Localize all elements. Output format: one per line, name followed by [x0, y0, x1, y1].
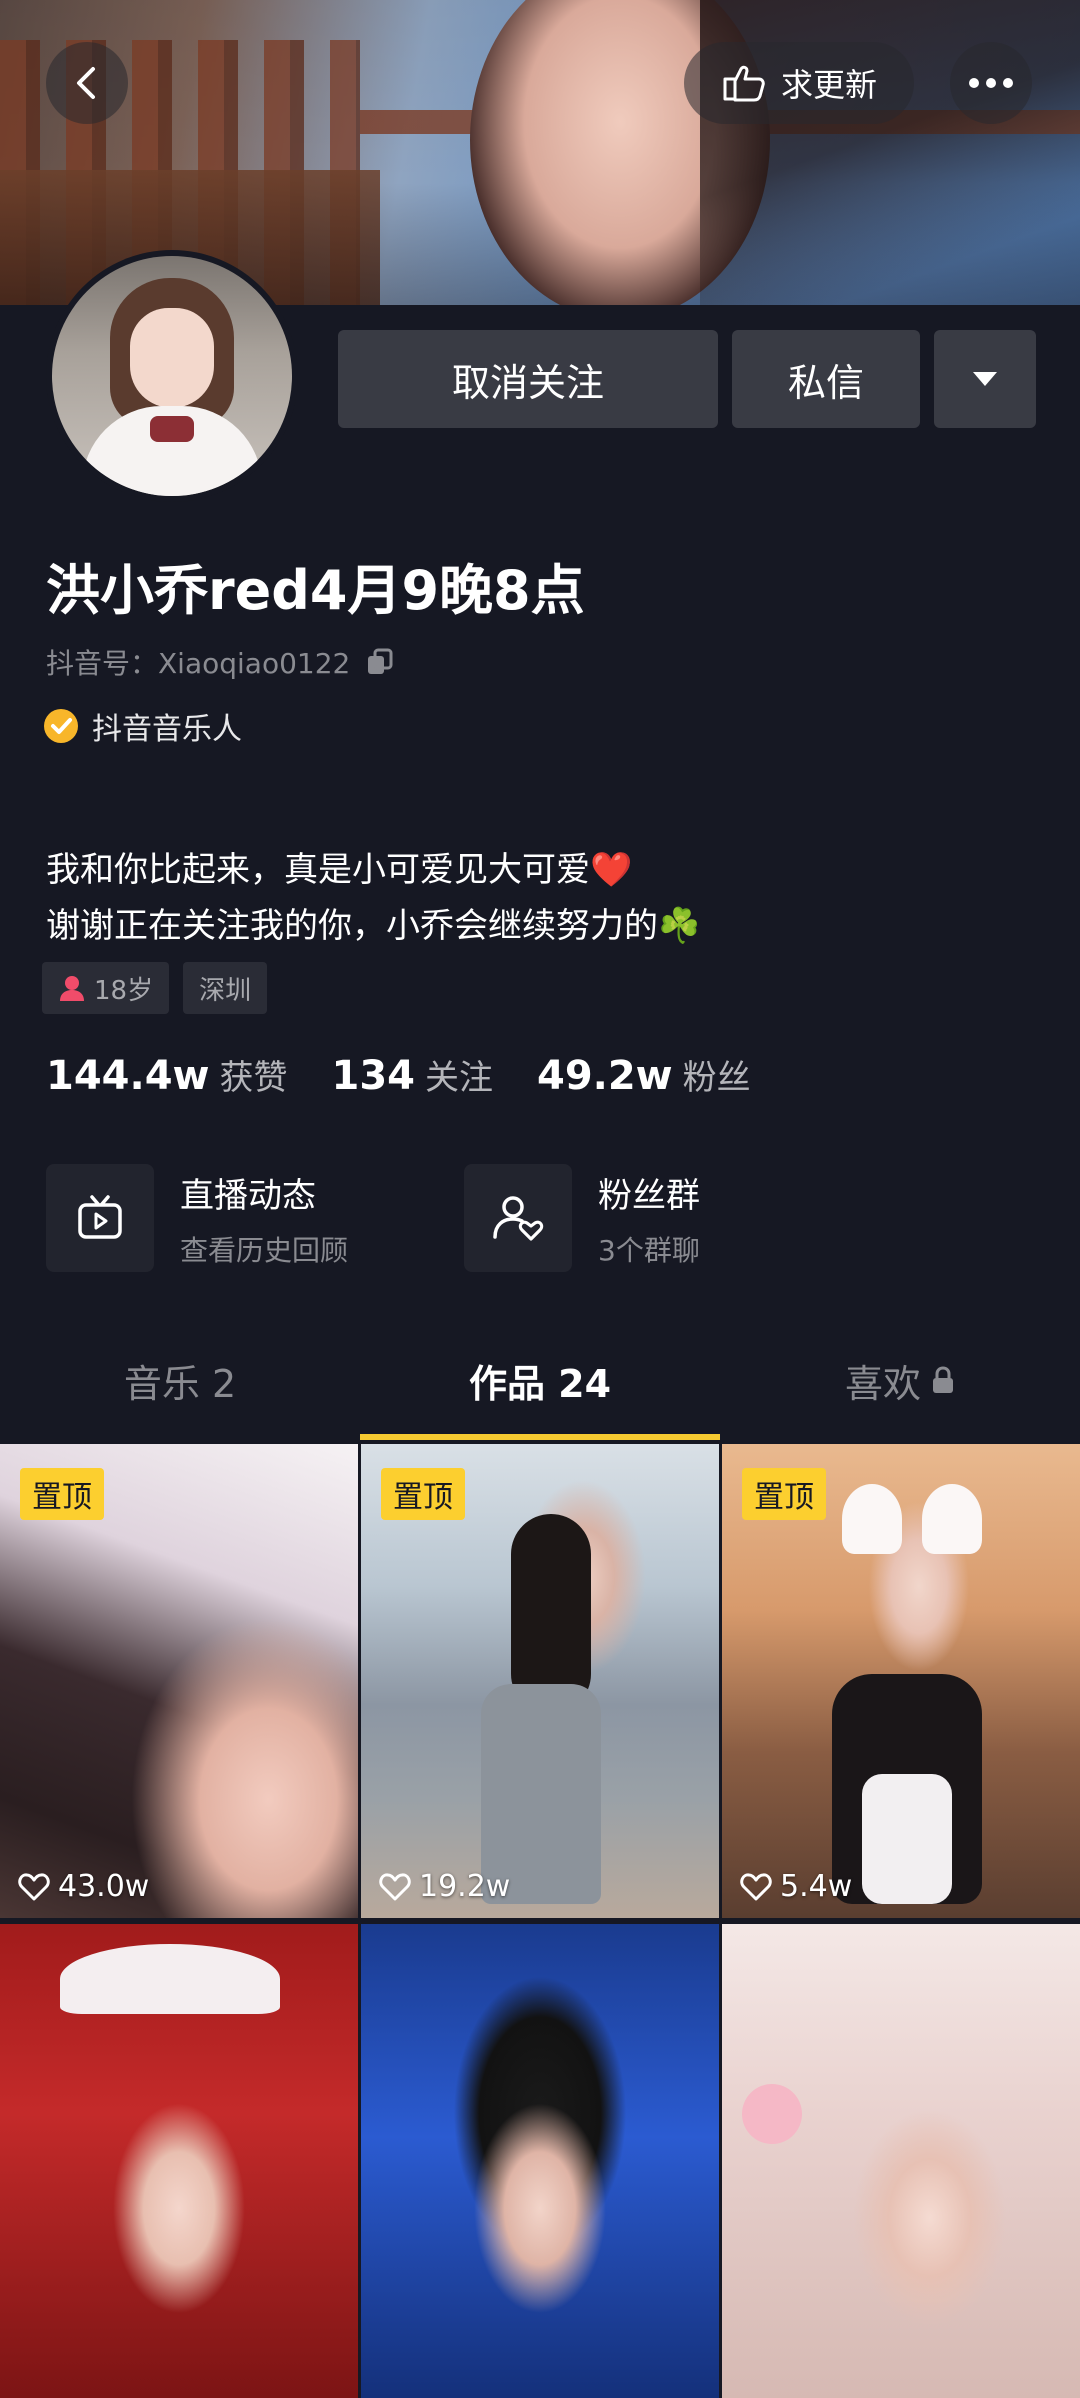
- age-text: 18岁: [94, 975, 154, 1006]
- live-history-card[interactable]: 直播动态 查看历史回顾: [46, 1164, 464, 1272]
- group-heart-icon: [493, 1196, 544, 1241]
- female-user-icon: [60, 976, 84, 1001]
- following-count: 134: [331, 1053, 415, 1099]
- video-likes: 5.4w: [740, 1869, 852, 1904]
- avatar[interactable]: [46, 250, 298, 502]
- city-tag: 深圳: [183, 962, 268, 1014]
- back-button[interactable]: [46, 42, 128, 124]
- likes-label: 获赞: [219, 1058, 288, 1098]
- heart-outline-icon: [740, 1872, 772, 1900]
- heart-outline-icon: [379, 1872, 411, 1900]
- tab-music[interactable]: 音乐 2: [0, 1320, 360, 1440]
- followers-count: 49.2w: [536, 1053, 673, 1099]
- profile-nickname: 洪小乔red4月9晚8点: [46, 559, 585, 622]
- verified-label: 抖音音乐人: [92, 712, 242, 747]
- verified-badge: 抖音音乐人: [42, 704, 242, 748]
- fans-icon-box: [464, 1164, 572, 1272]
- age-tag: 18岁: [42, 962, 170, 1014]
- tv-play-icon: [78, 1195, 122, 1239]
- followers-stat[interactable]: 49.2w 粉丝: [537, 1050, 751, 1099]
- hand-point-icon: [723, 65, 765, 102]
- fans-card-title: 粉丝群: [598, 1175, 700, 1216]
- video-thumbnail[interactable]: [361, 1924, 719, 2398]
- fan-group-card[interactable]: 粉丝群 3个群聊: [464, 1164, 882, 1272]
- video-thumbnail[interactable]: 置顶 43.0w: [0, 1444, 358, 1918]
- followers-label: 粉丝: [682, 1058, 751, 1098]
- chevron-left-icon: [77, 67, 95, 99]
- video-likes: 19.2w: [379, 1869, 510, 1904]
- video-thumbnail[interactable]: [0, 1924, 358, 2398]
- following-label: 关注: [424, 1058, 493, 1098]
- live-icon-box: [46, 1164, 154, 1272]
- avatar-image: [52, 256, 292, 496]
- tab-likes-label: 喜欢: [844, 1361, 921, 1406]
- lock-icon: [933, 1366, 953, 1393]
- likes-count: 144.4w: [46, 1053, 210, 1099]
- profile-bio: 我和你比起来，真是小可爱见大可爱❤️ 谢谢正在关注我的你，小乔会继续努力的☘️: [46, 842, 700, 954]
- profile-tags: 18岁 深圳: [42, 962, 268, 1014]
- douyin-id-row[interactable]: 抖音号：Xiaoqiao0122: [46, 642, 396, 682]
- video-likes: 43.0w: [18, 1869, 149, 1904]
- more-dots-icon: [969, 78, 1013, 88]
- profile-stats: 144.4w 获赞 134 关注 49.2w 粉丝: [46, 1050, 795, 1099]
- tab-active-indicator: [360, 1434, 720, 1440]
- triangle-down-icon: [973, 372, 997, 386]
- tab-works[interactable]: 作品 24: [360, 1320, 720, 1440]
- douyin-id-text: 抖音号：Xiaoqiao0122: [46, 647, 351, 680]
- content-tabs: 音乐 2 作品 24 喜欢: [0, 1320, 1080, 1440]
- heart-outline-icon: [18, 1872, 50, 1900]
- bio-line: 我和你比起来，真是小可爱见大可爱❤️: [46, 850, 633, 890]
- video-likes-count: 5.4w: [780, 1869, 853, 1904]
- request-update-button[interactable]: 求更新: [684, 42, 914, 124]
- fans-card-subtitle: 3个群聊: [598, 1233, 700, 1267]
- video-thumbnail[interactable]: 置顶 19.2w: [361, 1444, 719, 1918]
- tab-likes[interactable]: 喜欢: [720, 1320, 1080, 1440]
- video-thumbnail[interactable]: [722, 1924, 1080, 2398]
- pinned-badge: 置顶: [381, 1468, 465, 1520]
- video-likes-count: 19.2w: [419, 1869, 511, 1904]
- request-update-label: 求更新: [780, 66, 877, 104]
- pinned-badge: 置顶: [20, 1468, 104, 1520]
- feature-cards: 直播动态 查看历史回顾 粉丝群 3个群聊: [46, 1164, 882, 1272]
- live-card-subtitle: 查看历史回顾: [180, 1233, 349, 1267]
- city-text: 深圳: [199, 975, 252, 1006]
- live-card-title: 直播动态: [180, 1175, 316, 1216]
- more-button[interactable]: [950, 42, 1032, 124]
- video-likes-count: 43.0w: [58, 1869, 150, 1904]
- pinned-badge: 置顶: [742, 1468, 826, 1520]
- unfollow-button[interactable]: 取消关注: [338, 330, 718, 428]
- verified-check-icon: [44, 709, 78, 743]
- bio-line: 谢谢正在关注我的你，小乔会继续努力的☘️: [46, 906, 701, 946]
- recommend-dropdown-button[interactable]: [934, 330, 1036, 428]
- following-stat[interactable]: 134 关注: [331, 1050, 493, 1099]
- likes-stat: 144.4w 获赞: [46, 1050, 287, 1099]
- video-thumbnail[interactable]: 置顶 5.4w: [722, 1444, 1080, 1918]
- message-button[interactable]: 私信: [732, 330, 920, 428]
- copy-icon[interactable]: [364, 646, 396, 678]
